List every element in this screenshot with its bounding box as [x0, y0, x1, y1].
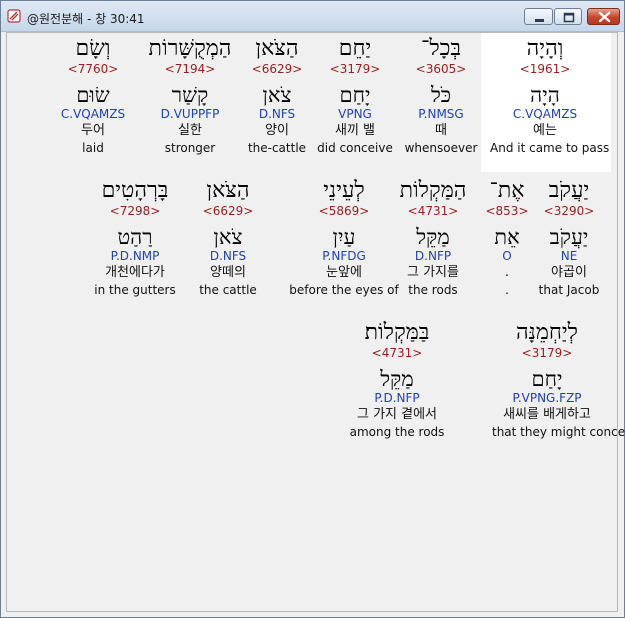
maximize-icon — [563, 12, 575, 23]
hebrew-word: וְשָׂם — [75, 36, 111, 61]
hebrew-word: לְעֵינֵי — [323, 178, 365, 203]
korean-gloss: 새씨를 배게하고 — [503, 407, 591, 422]
parsing-code: C.VQAMZS — [512, 107, 578, 121]
window-title: @원전분해 - 창 30:41 — [27, 12, 145, 26]
strong-number: <4731> — [371, 346, 423, 360]
word-block[interactable]: בָּרְהָטִים <7298> רַהַט P.D.NMP 개천에다가 in the… — [80, 178, 190, 298]
english-gloss: stronger — [164, 141, 216, 155]
english-gloss: laid — [82, 141, 104, 155]
korean-gloss: 두어 — [81, 123, 105, 138]
lemma: יָחַם — [531, 367, 563, 391]
parsing-code: C.VQAMZS — [60, 107, 126, 121]
hebrew-word: הַמְקֻשָּׁרוֹת — [148, 36, 232, 61]
lemma: עַיִן — [332, 225, 356, 249]
korean-gloss: 그 가지 곁에서 — [356, 407, 438, 422]
strong-number: <7760> — [67, 62, 119, 76]
strong-number: <7194> — [164, 62, 216, 76]
english-gloss: before the eyes of — [289, 283, 399, 297]
parsing-code: P.NFDG — [322, 249, 366, 263]
lemma: קָשַׁר — [171, 83, 209, 107]
english-gloss: that they might conceive — [492, 425, 625, 439]
word-block[interactable]: הַמְקֻשָּׁרוֹת <7194> קָשַׁר D.VUPPFP 실한 stro… — [135, 36, 245, 156]
minimize-icon — [535, 19, 544, 22]
korean-gloss: 개천에다가 — [105, 265, 165, 280]
hebrew-word: וְהָיָה — [526, 36, 564, 61]
hebrew-word: בַּמַּקְלוֹת׃ — [364, 320, 430, 345]
app-window: @원전분해 - 창 30:41 וְהָיָה <1961> הָיָה C.VQAM… — [0, 0, 625, 618]
word-block[interactable]: לְעֵינֵי <5869> עַיִן P.NFDG 눈앞에 before the e… — [289, 178, 399, 298]
lemma: רַהַט — [117, 225, 153, 249]
minimize-button[interactable] — [524, 8, 553, 25]
close-button[interactable] — [587, 8, 620, 25]
parsing-code: P.D.NFP — [374, 391, 420, 405]
close-icon — [598, 11, 611, 23]
english-gloss: in the gutters — [94, 283, 176, 297]
hebrew-word: לְיַחְמֵנָּה — [516, 320, 578, 345]
word-block[interactable]: וְהָיָה <1961> הָיָה C.VQAMZS 예는 And it came … — [490, 36, 610, 156]
strong-number: <5869> — [318, 204, 370, 218]
lemma: מַקֵּל — [380, 367, 414, 391]
lemma: שׂוּם — [76, 83, 110, 107]
word-block[interactable]: בַּמַּקְלוֹת׃ <4731> מַקֵּל P.D.NFP 그 가지 곁에서… — [342, 320, 452, 440]
parsing-code: P.D.NMP — [110, 249, 160, 263]
parsing-code: P.VPNG.FZP — [512, 391, 582, 405]
korean-gloss: 눈앞에 — [326, 265, 362, 280]
strong-number: <7298> — [109, 204, 161, 218]
parsing-code: D.VUPPFP — [160, 107, 220, 121]
english-gloss: among the rods — [349, 425, 445, 439]
strong-number: <1961> — [519, 62, 571, 76]
analysis-panel: וְהָיָה <1961> הָיָה C.VQAMZS 예는 And it came … — [6, 32, 625, 612]
korean-gloss: 예는 — [533, 123, 557, 138]
app-logo-icon — [7, 9, 21, 23]
hebrew-word: בָּרְהָטִים — [101, 178, 169, 203]
strong-number: <3179> — [521, 346, 573, 360]
word-block[interactable]: וְשָׂם <7760> שׂוּם C.VQAMZS 두어 laid — [38, 36, 148, 156]
word-block[interactable]: לְיַחְמֵנָּה <3179> יָחַם P.VPNG.FZP 새씨를 배게하… — [492, 320, 625, 440]
english-gloss: And it came to pass — [490, 141, 610, 155]
korean-gloss: 실한 — [178, 123, 202, 138]
lemma: הָיָה — [530, 83, 560, 107]
maximize-button[interactable] — [554, 8, 582, 25]
title-bar[interactable]: @원전분해 - 창 30:41 — [1, 1, 624, 32]
